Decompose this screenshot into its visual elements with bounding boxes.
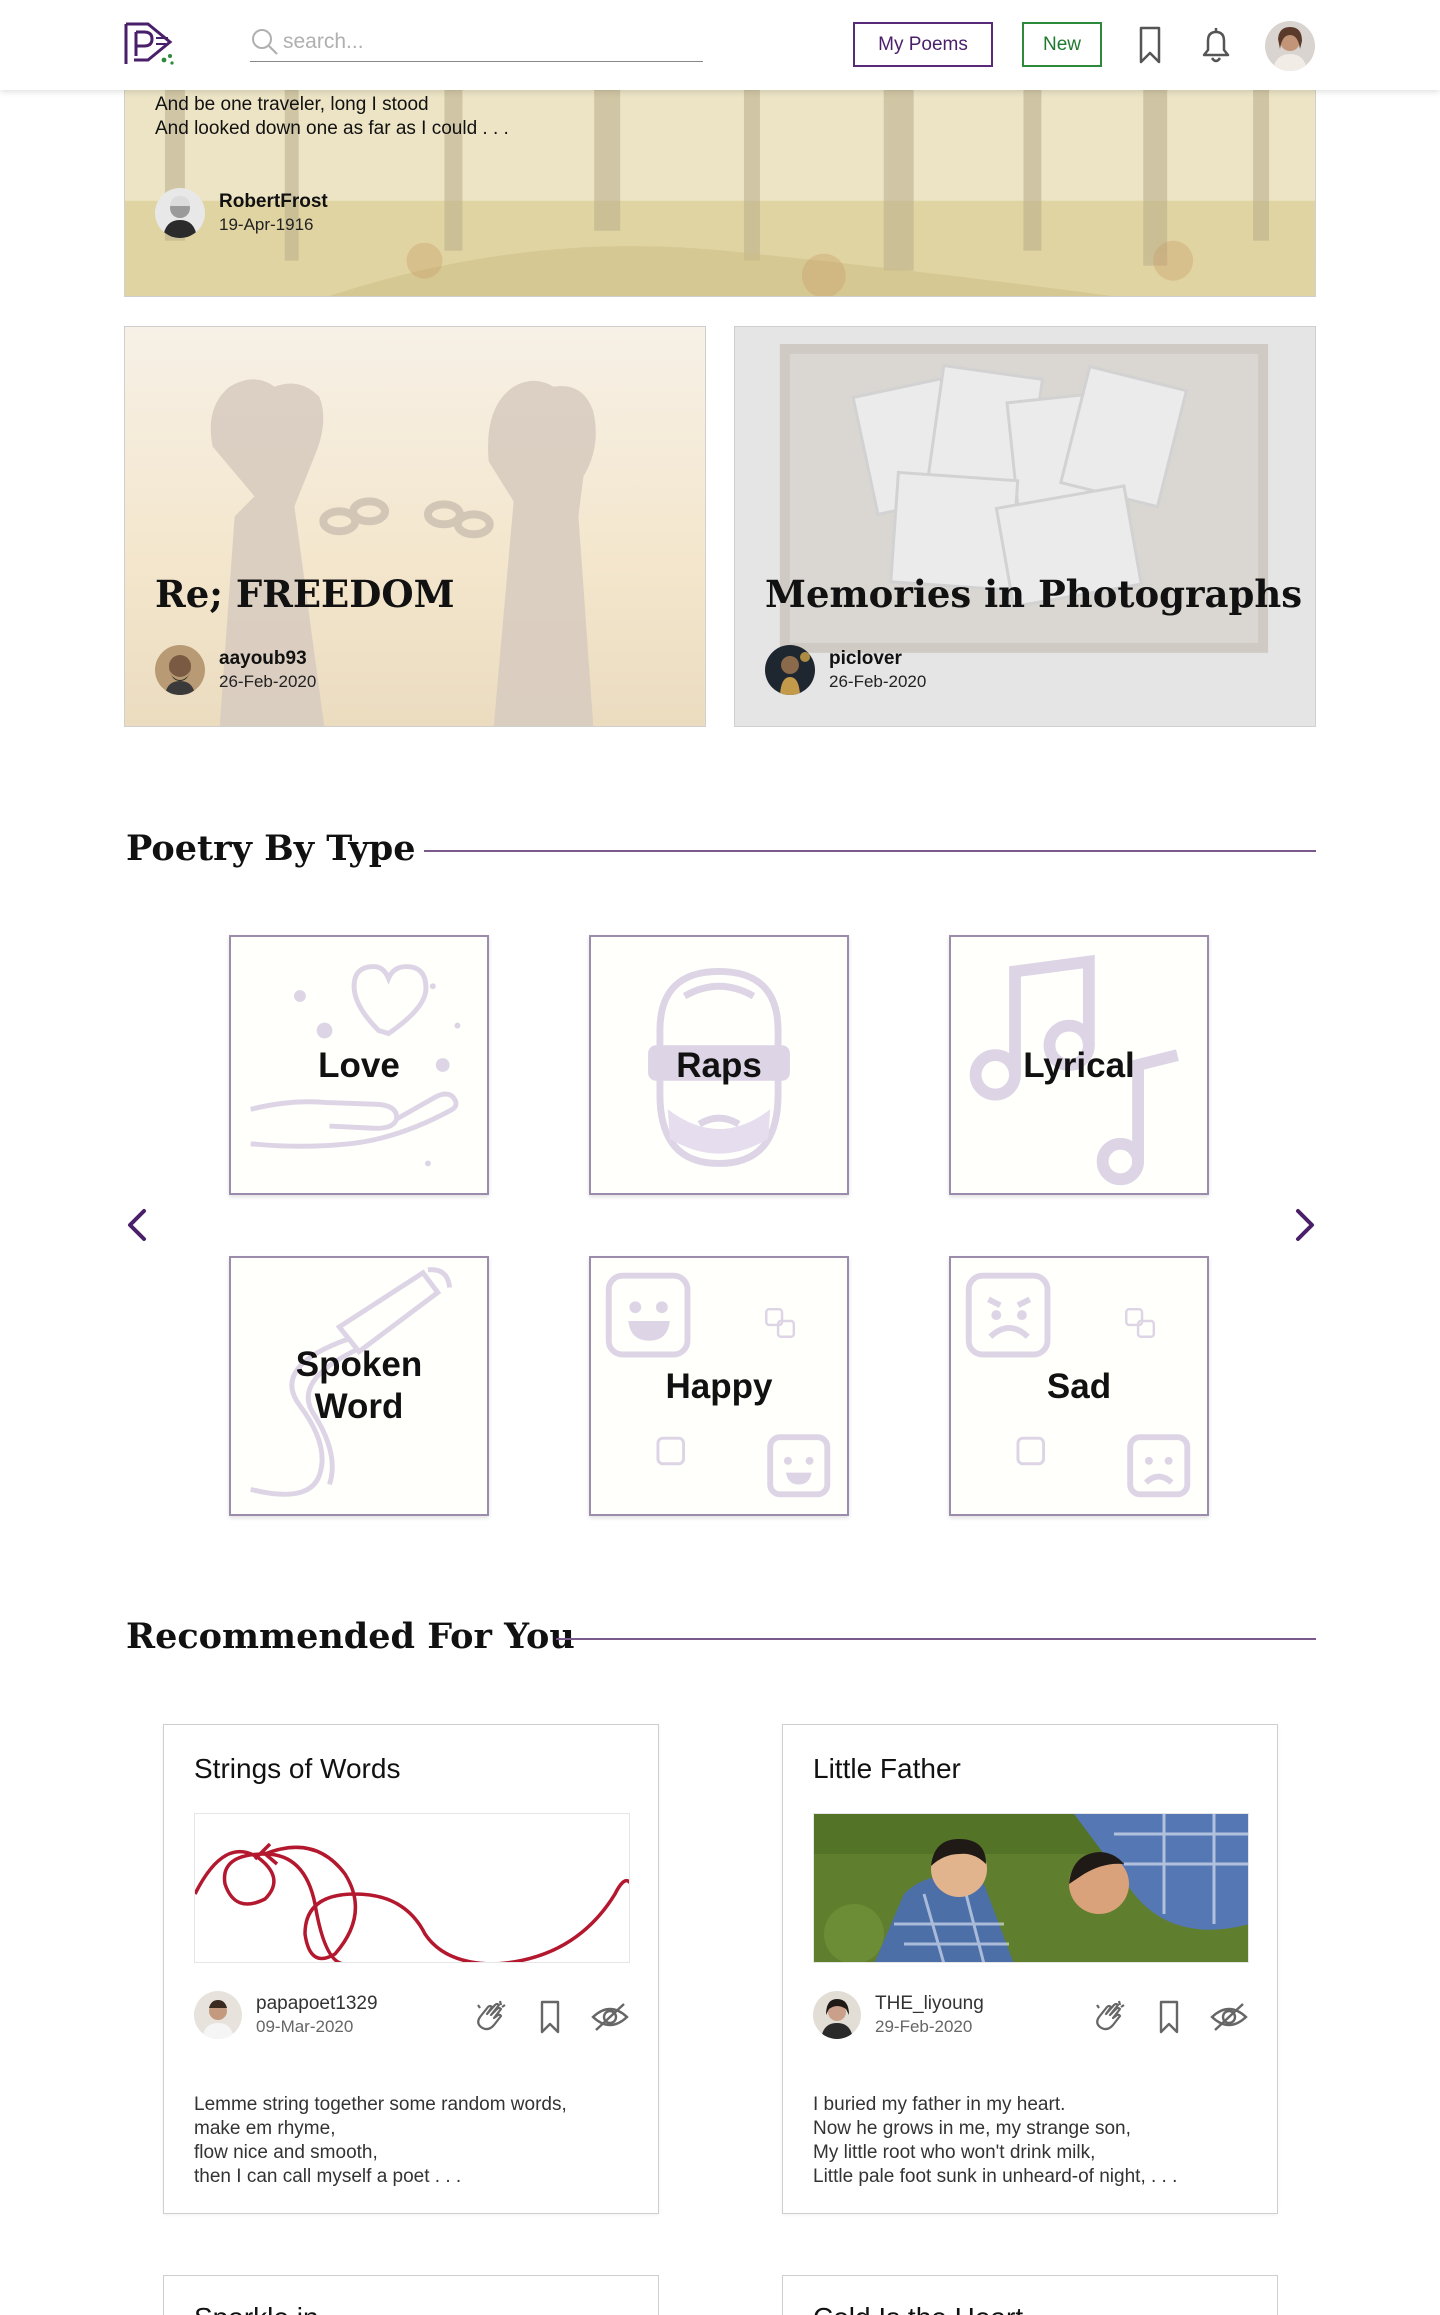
carousel-next-arrow-icon[interactable] [1290, 1205, 1320, 1245]
feature-title: Memories in Photographs [765, 572, 1303, 616]
poem-excerpt: I buried my father in my heart. Now he g… [813, 2093, 1177, 2189]
hide-eye-icon[interactable] [590, 1997, 630, 2037]
type-label: Lyrical [1023, 1046, 1135, 1085]
publish-date: 29-Feb-2020 [875, 2017, 973, 2036]
bookmark-icon[interactable] [1149, 1997, 1189, 2037]
my-poems-button[interactable]: My Poems [853, 22, 993, 67]
type-tile-raps[interactable]: Raps [589, 935, 849, 1195]
poem-title: Little Father [813, 1753, 961, 1784]
excerpt-line: Little pale foot sunk in unheard-of nigh… [813, 2166, 1178, 2187]
new-poem-button[interactable]: New [1022, 22, 1102, 67]
section-title-recommended: Recommended For You [126, 1616, 575, 1657]
author-avatar [765, 645, 815, 695]
author-avatar [155, 188, 205, 238]
poem-title: Sparkle in... [194, 2302, 342, 2315]
poetry-logo-icon[interactable] [122, 20, 178, 68]
excerpt-line: And looked down one as far as I could . … [155, 118, 509, 139]
type-label: Love [318, 1046, 400, 1085]
user-avatar[interactable] [1265, 21, 1315, 71]
type-tile-love[interactable]: Love [229, 935, 489, 1195]
feature-title: Re; FREEDOM [155, 572, 455, 616]
poem-author[interactable]: papapoet1329 09-Mar-2020 [194, 1991, 378, 2039]
poem-title: Cold Is the Heart [813, 2302, 1023, 2315]
author-avatar [155, 645, 205, 695]
publish-date: 09-Mar-2020 [256, 2017, 354, 2036]
excerpt-line: flow nice and smooth, [194, 2142, 378, 2163]
clap-icon[interactable] [470, 1997, 510, 2037]
author-avatar [813, 1991, 861, 2039]
section-title-poetry-by-type: Poetry By Type [126, 828, 416, 869]
hero-author[interactable]: RobertFrost 19-Apr-1916 [155, 188, 328, 238]
author-name: aayoub93 [219, 648, 307, 669]
recommended-card[interactable]: Little Father THE_liyoung 29-Feb-2020 I … [782, 1724, 1278, 2214]
excerpt-line: then I can call myself a poet . . . [194, 2166, 462, 2187]
author-name: papapoet1329 [256, 1993, 378, 2014]
section-divider [424, 850, 1316, 852]
hero-poem-excerpt: And be one traveler, long I stood And lo… [155, 93, 509, 141]
recommended-card[interactable]: Strings of Words papapoet1329 09-Mar-202… [163, 1724, 659, 2214]
poem-excerpt: Lemme string together some random words,… [194, 2093, 567, 2189]
type-tile-happy[interactable]: Happy [589, 1256, 849, 1516]
feature-author[interactable]: piclover 26-Feb-2020 [765, 645, 926, 695]
hide-eye-icon[interactable] [1209, 1997, 1249, 2037]
excerpt-line: My little root who won't drink milk, [813, 2142, 1096, 2163]
clap-icon[interactable] [1089, 1997, 1129, 2037]
type-label: Happy [665, 1367, 773, 1406]
feature-card-freedom[interactable]: Re; FREEDOM aayoub93 26-Feb-2020 [124, 326, 706, 727]
type-tile-spoken-word[interactable]: Spoken Word [229, 1256, 489, 1516]
red-string-image [194, 1813, 630, 1963]
recommended-card[interactable]: Sparkle in... [163, 2275, 659, 2315]
author-name: RobertFrost [219, 191, 328, 212]
excerpt-line: Now he grows in me, my strange son, [813, 2118, 1131, 2139]
section-divider [556, 1638, 1316, 1640]
feature-author[interactable]: aayoub93 26-Feb-2020 [155, 645, 316, 695]
type-label: Spoken Word [295, 1345, 423, 1426]
excerpt-line: And be one traveler, long I stood [155, 94, 429, 115]
publish-date: 26-Feb-2020 [219, 672, 317, 691]
notification-bell-icon[interactable] [1196, 24, 1236, 66]
poem-title: Strings of Words [194, 1753, 401, 1784]
type-tile-sad[interactable]: Sad [949, 1256, 1209, 1516]
publish-date: 26-Feb-2020 [829, 672, 927, 691]
father-son-grass-image [813, 1813, 1249, 1963]
search-icon [252, 29, 278, 55]
feature-card-memories[interactable]: Memories in Photographs piclover 26-Feb-… [734, 326, 1316, 727]
excerpt-line: I buried my father in my heart. [813, 2094, 1066, 2115]
bookmark-icon[interactable] [530, 1997, 570, 2037]
bookmarks-icon[interactable] [1130, 24, 1170, 66]
recommended-card[interactable]: Cold Is the Heart [782, 2275, 1278, 2315]
search-bar [250, 24, 703, 62]
publish-date: 19-Apr-1916 [219, 215, 314, 234]
excerpt-line: Lemme string together some random words, [194, 2094, 567, 2115]
type-label: Raps [676, 1046, 762, 1085]
top-navbar: My Poems New [0, 0, 1440, 90]
author-name: piclover [829, 648, 902, 669]
poem-author[interactable]: THE_liyoung 29-Feb-2020 [813, 1991, 984, 2039]
featured-poem-hero[interactable]: And be one traveler, long I stood And lo… [124, 60, 1316, 297]
search-input[interactable] [283, 26, 693, 58]
type-label: Sad [1046, 1367, 1112, 1406]
type-tile-lyrical[interactable]: Lyrical [949, 935, 1209, 1195]
author-name: THE_liyoung [875, 1993, 984, 2014]
author-avatar [194, 1991, 242, 2039]
excerpt-line: make em rhyme, [194, 2118, 336, 2139]
carousel-prev-arrow-icon[interactable] [122, 1205, 152, 1245]
